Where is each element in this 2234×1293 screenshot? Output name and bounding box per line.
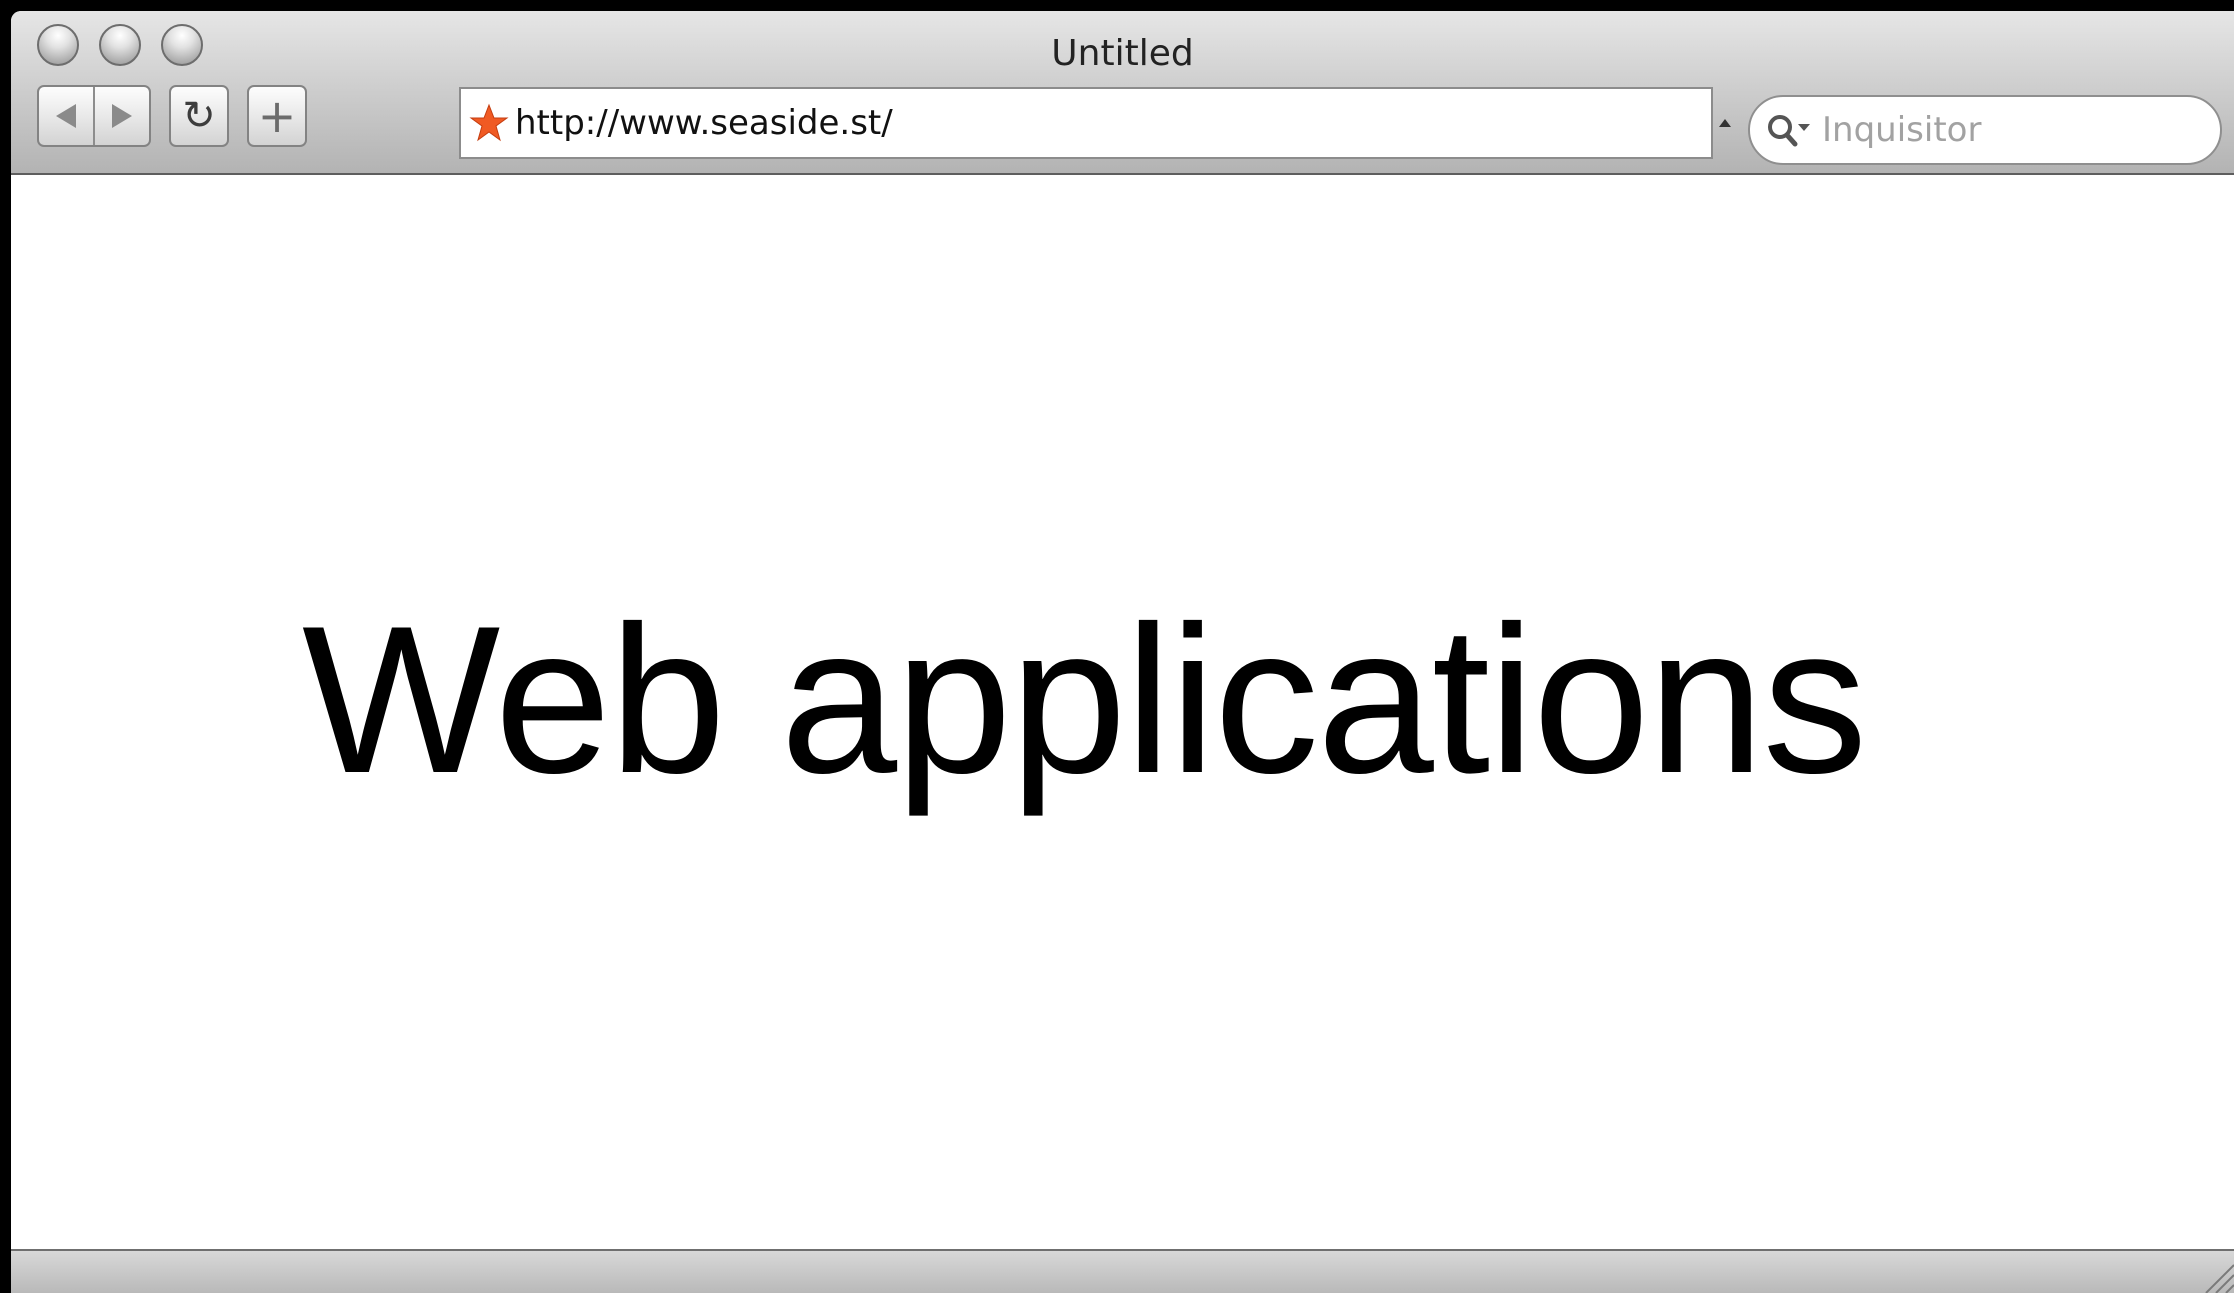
- plus-icon: +: [257, 89, 297, 143]
- reload-icon: ↻: [182, 93, 216, 139]
- browser-window: Untitled ↻ + http://www.seaside.st/ Inqu…: [11, 11, 2234, 1293]
- search-placeholder: Inquisitor: [1822, 110, 1982, 150]
- resize-grip-icon[interactable]: [2194, 1253, 2234, 1293]
- browser-toolbar: Untitled ↻ + http://www.seaside.st/ Inqu…: [11, 11, 2234, 175]
- back-button[interactable]: [39, 87, 93, 145]
- status-bar: [11, 1249, 2234, 1293]
- search-icon[interactable]: [1764, 110, 1812, 150]
- forward-button[interactable]: [93, 87, 149, 145]
- add-bookmark-button[interactable]: +: [247, 85, 307, 147]
- page-content: Web applications: [11, 175, 2234, 1259]
- back-forward-control: [37, 85, 151, 147]
- back-arrow-icon: [56, 104, 76, 128]
- url-text[interactable]: http://www.seaside.st/: [515, 103, 893, 143]
- window-title: Untitled: [1051, 33, 1194, 74]
- snapback-icon[interactable]: [1719, 119, 1731, 127]
- address-bar[interactable]: http://www.seaside.st/: [459, 87, 1713, 159]
- search-field[interactable]: Inquisitor: [1748, 95, 2222, 165]
- forward-arrow-icon: [112, 104, 132, 128]
- starfish-icon: [469, 103, 509, 143]
- page-headline: Web applications: [302, 582, 1867, 817]
- reload-button[interactable]: ↻: [169, 85, 229, 147]
